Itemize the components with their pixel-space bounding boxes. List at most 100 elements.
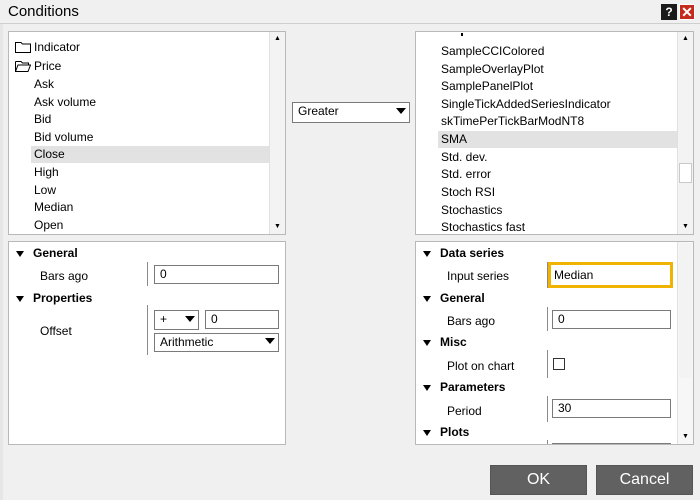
list-item-singletickaddedseriesindicator[interactable]: SingleTickAddedSeriesIndicator	[441, 96, 611, 113]
tree-item-label: High	[34, 165, 59, 179]
list-item-label: SingleTickAddedSeriesIndicator	[441, 97, 611, 111]
list-item-std-dev[interactable]: Std. dev.	[441, 149, 487, 166]
tree-item-high[interactable]: High	[34, 164, 59, 181]
tree-item-label: Price	[34, 59, 62, 73]
left-property-grid: General Bars ago 0 Properties Offset + 0…	[8, 241, 286, 445]
list-item-label: SampleOverlayPlot	[441, 62, 544, 76]
column-separator	[547, 307, 548, 331]
title-bar: Conditions ? ✕	[0, 0, 700, 24]
list-item-std-error[interactable]: Std. error	[441, 166, 491, 183]
scroll-thumb[interactable]	[679, 243, 692, 378]
collapse-arrow-icon[interactable]	[423, 251, 431, 257]
group-properties: Properties	[33, 291, 93, 305]
tree-item-ask[interactable]: Ask	[34, 76, 54, 93]
list-item-samplepanelplot[interactable]: SamplePanelPlot	[441, 78, 533, 95]
help-button[interactable]: ?	[661, 4, 677, 20]
ok-button[interactable]: OK	[490, 465, 587, 495]
list-item-label: SampleCCIColored	[441, 44, 545, 58]
list-item-stochastics-fast[interactable]: Stochastics fast	[441, 219, 525, 236]
list-item-samplecci-colored[interactable]: SampleCCIColored	[441, 43, 544, 60]
scroll-down-icon[interactable]: ▼	[678, 430, 693, 444]
group-general: General	[440, 291, 485, 305]
list-item-stoch-rsi[interactable]: Stoch RSI	[441, 184, 495, 201]
tree-item-low[interactable]: Low	[34, 182, 56, 199]
offset-value-input[interactable]: 0	[205, 310, 279, 329]
plots-field-partial[interactable]	[552, 443, 671, 444]
list-scrollbar[interactable]: ▲ ▼	[677, 32, 693, 234]
scroll-up-icon[interactable]: ▲	[270, 32, 285, 46]
scroll-thumb[interactable]	[679, 163, 692, 183]
input-series-field[interactable]: Median	[548, 262, 673, 288]
collapse-arrow-icon[interactable]	[423, 385, 431, 391]
tree-item-bid-volume[interactable]: Bid volume	[34, 129, 93, 146]
tree-item-label: Bid volume	[34, 130, 94, 144]
bars-ago-input[interactable]: 0	[154, 265, 279, 284]
collapse-arrow-icon[interactable]	[16, 251, 24, 257]
collapse-arrow-icon[interactable]	[16, 296, 24, 302]
scroll-down-icon[interactable]: ▼	[270, 220, 285, 234]
tree-item-label: Indicator	[34, 40, 81, 54]
window-edge	[0, 24, 3, 500]
property-scrollbar[interactable]: ▼	[677, 242, 693, 444]
list-item-partial	[461, 33, 463, 36]
list-item-label: SamplePanelPlot	[441, 79, 534, 93]
list-item-sma[interactable]: SMA	[441, 131, 467, 148]
group-plots: Plots	[440, 425, 470, 439]
column-separator	[147, 262, 148, 286]
scroll-up-icon[interactable]: ▲	[678, 32, 693, 46]
bars-ago-label: Bars ago	[447, 314, 496, 328]
window-title: Conditions	[8, 3, 79, 20]
column-separator	[547, 440, 548, 444]
collapse-arrow-icon[interactable]	[423, 296, 431, 302]
bars-ago-label: Bars ago	[40, 269, 89, 283]
group-general: General	[33, 246, 78, 260]
indicator-list-panel: SampleCCIColored SampleOverlayPlot Sampl…	[415, 31, 694, 235]
column-separator	[547, 350, 548, 378]
folder-icon	[15, 42, 31, 53]
chevron-down-icon	[185, 316, 195, 322]
collapse-arrow-icon[interactable]	[423, 430, 431, 436]
input-series-label: Input series	[447, 269, 510, 283]
period-input[interactable]: 30	[552, 399, 671, 418]
scroll-down-icon[interactable]: ▼	[678, 220, 693, 234]
tree-item-label: Close	[34, 147, 65, 161]
list-item-label: Std. dev.	[441, 150, 488, 164]
group-parameters: Parameters	[440, 380, 506, 394]
bars-ago-input[interactable]: 0	[552, 310, 671, 329]
collapse-arrow-icon[interactable]	[423, 340, 431, 346]
list-item-label: SMA	[441, 132, 468, 146]
tree-item-median[interactable]: Median	[34, 199, 73, 216]
list-item-stochastics[interactable]: Stochastics	[441, 202, 502, 219]
operator-select[interactable]: Greater	[292, 102, 410, 123]
list-item-sktimepertickbarmodnt8[interactable]: skTimePerTickBarModNT8	[441, 113, 584, 130]
list-item-label: Std. error	[441, 167, 492, 181]
list-item-sampleoverlayplot[interactable]: SampleOverlayPlot	[441, 61, 544, 78]
list-item-label: Stoch RSI	[441, 185, 496, 199]
tree-item-bid[interactable]: Bid	[34, 111, 51, 128]
tree-scrollbar[interactable]: ▲ ▼	[269, 32, 285, 234]
cancel-button[interactable]: Cancel	[596, 465, 693, 495]
tree-item-label: Open	[34, 218, 64, 232]
folder-open-icon	[15, 61, 31, 72]
list-item-label: Stochastics fast	[441, 220, 526, 234]
tree-item-open[interactable]: Open	[34, 217, 63, 234]
tree-item-ask-volume[interactable]: Ask volume	[34, 94, 96, 111]
list-item-label: skTimePerTickBarModNT8	[441, 114, 585, 128]
plot-on-chart-label: Plot on chart	[447, 359, 515, 373]
offset-type-select[interactable]: Arithmetic	[154, 333, 279, 352]
offset-type-value: Arithmetic	[160, 335, 214, 349]
tree-item-label: Ask	[34, 77, 55, 91]
tree-item-close[interactable]: Close	[31, 146, 269, 163]
group-misc: Misc	[440, 335, 467, 349]
close-icon: ✕	[681, 4, 693, 20]
column-separator	[547, 396, 548, 422]
close-button[interactable]: ✕	[679, 4, 695, 20]
offset-operator-select[interactable]: +	[154, 310, 199, 330]
offset-label: Offset	[40, 324, 72, 338]
scroll-thumb[interactable]	[271, 46, 284, 156]
period-label: Period	[447, 404, 482, 418]
chevron-down-icon	[265, 338, 275, 344]
plot-on-chart-checkbox[interactable]	[553, 358, 565, 370]
offset-operator-value: +	[160, 312, 168, 326]
tree-item-label: Bid	[34, 112, 52, 126]
